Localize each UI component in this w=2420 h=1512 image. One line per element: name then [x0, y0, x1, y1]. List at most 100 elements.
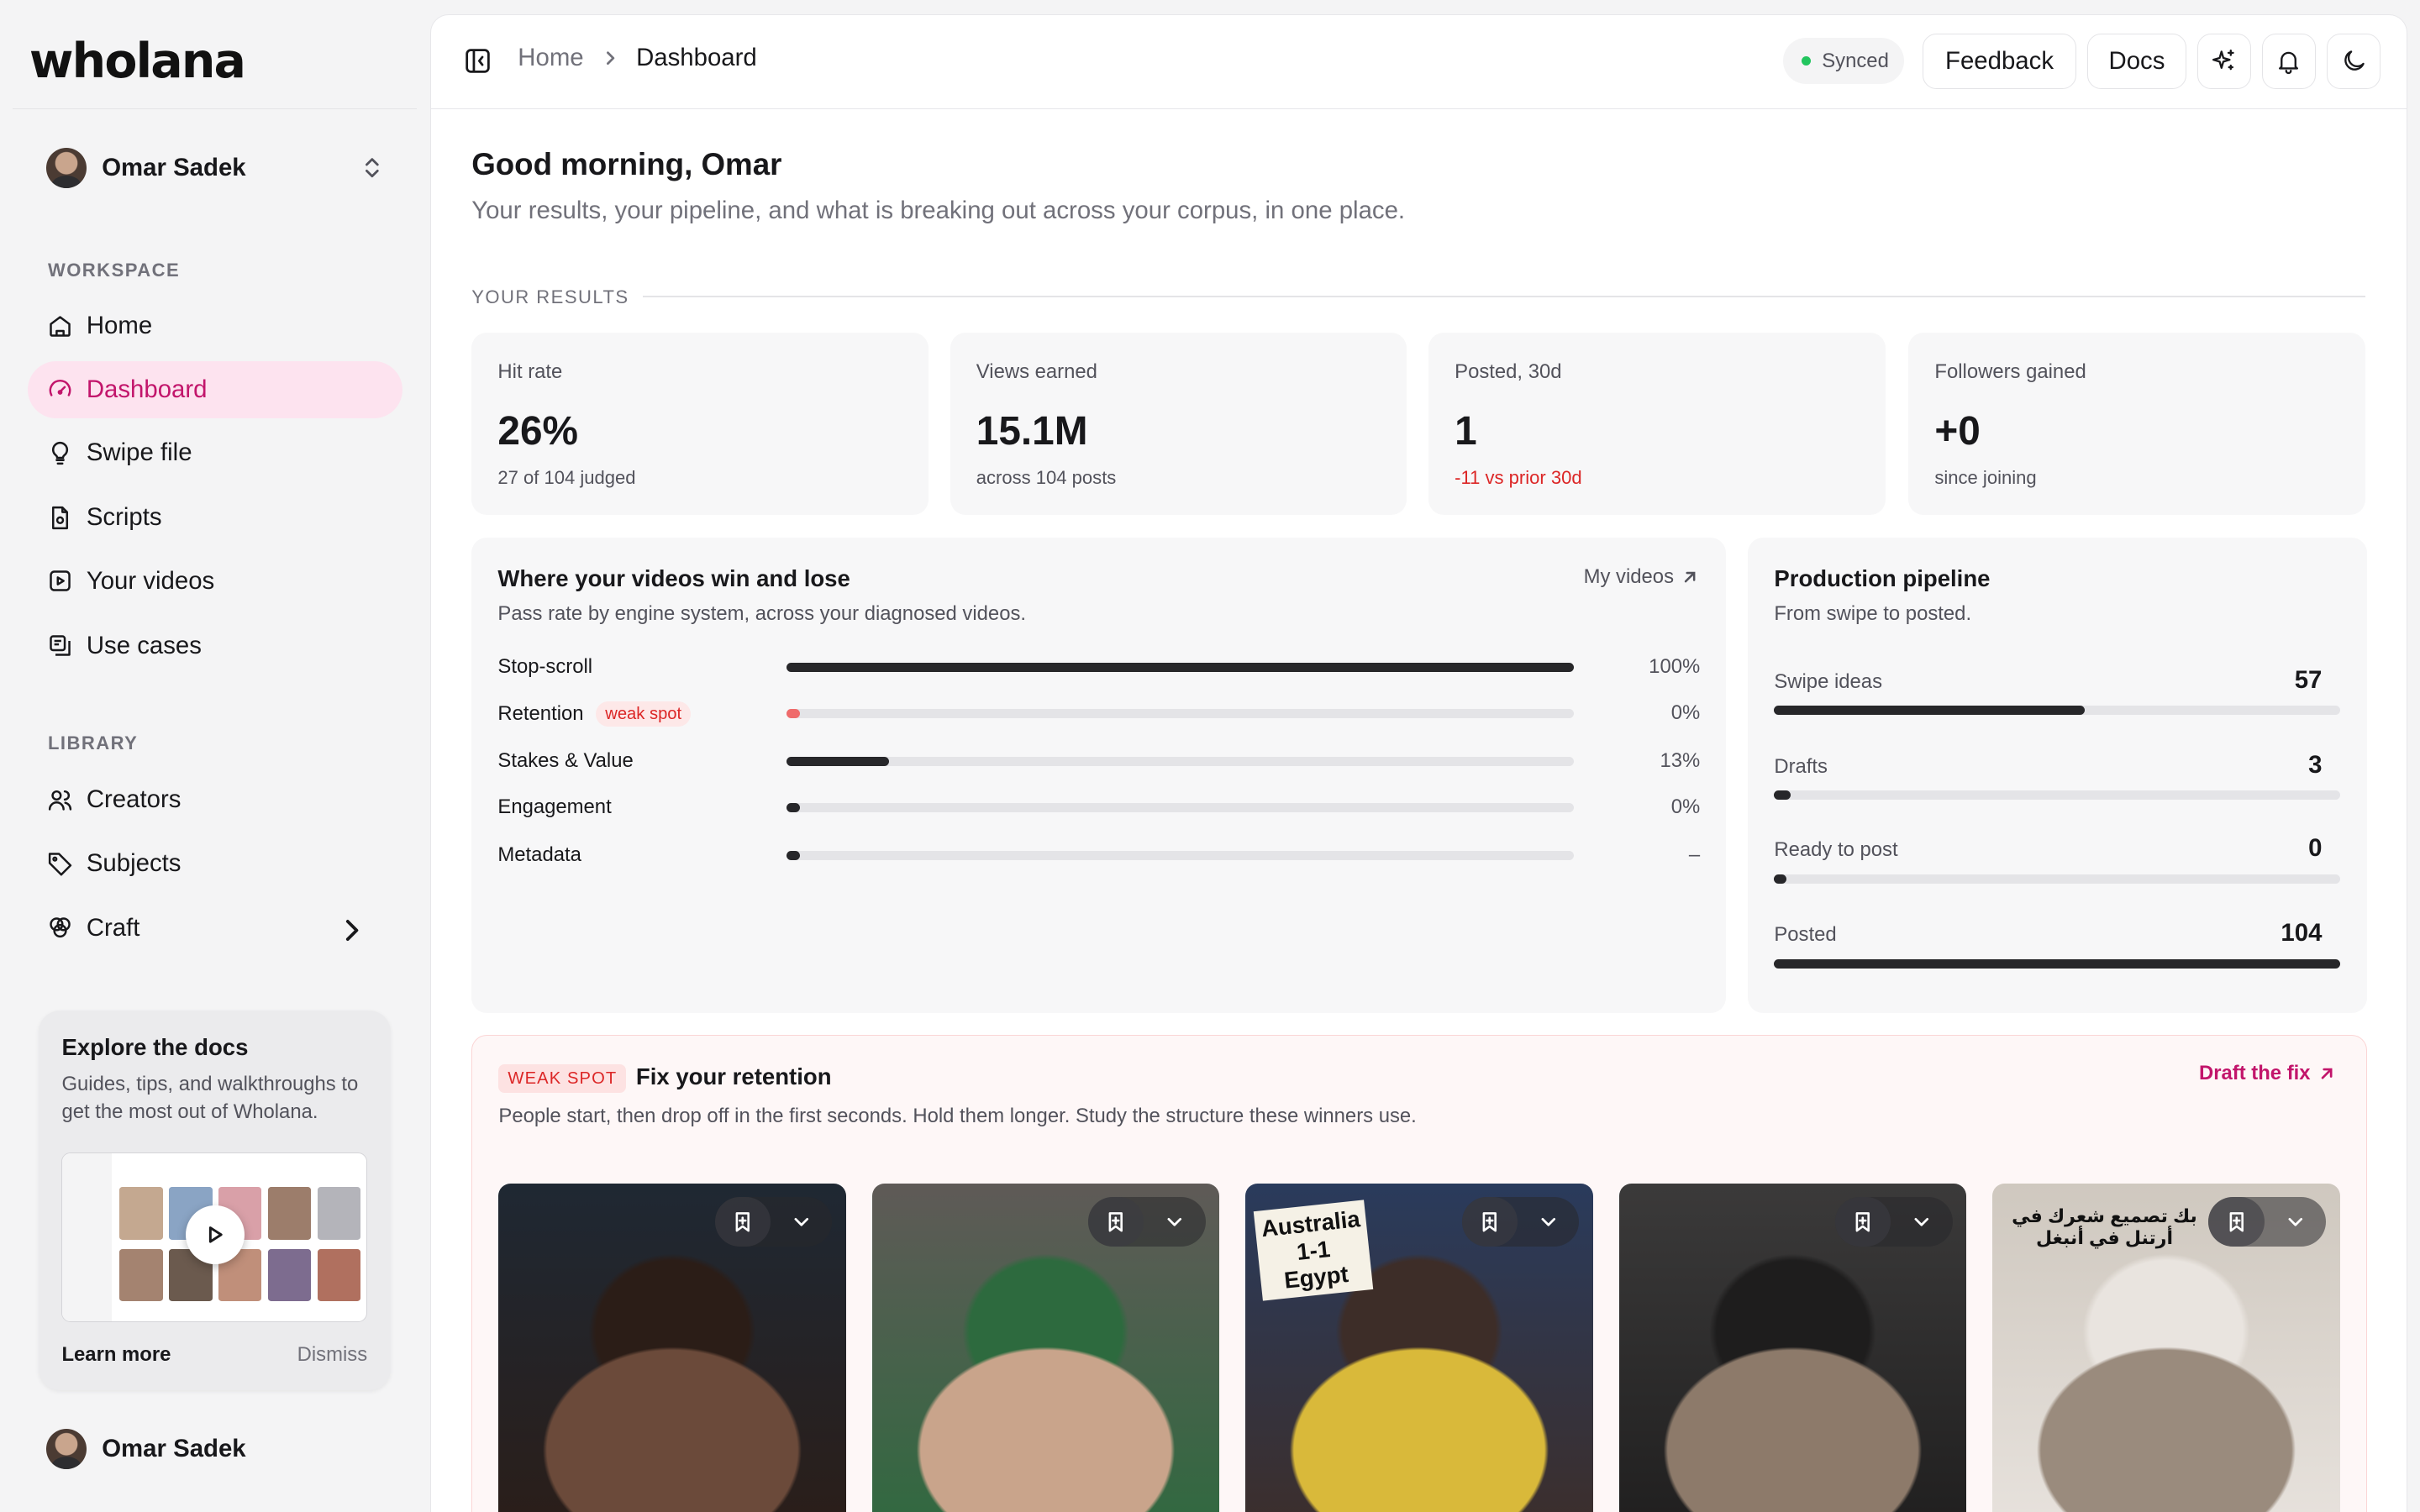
- video-card[interactable]: وصلت الباروكة تاااني في: [871, 1183, 1220, 1512]
- video-actions: [1461, 1197, 1580, 1247]
- account-name: Omar Sadek: [102, 1434, 246, 1462]
- pipeline-stage: Swipe ideas 57: [1774, 666, 2341, 732]
- stat-label: Hit rate: [497, 360, 563, 383]
- stage-fill: [1774, 706, 2085, 716]
- dismiss-button[interactable]: Dismiss: [297, 1343, 368, 1367]
- sidebar-item-creators[interactable]: Creators: [28, 771, 402, 828]
- pipeline-subtitle: From swipe to posted.: [1774, 602, 1972, 626]
- feedback-button[interactable]: Feedback: [1922, 33, 2077, 89]
- arrow-up-right-icon: [2321, 1068, 2333, 1079]
- video-options-button[interactable]: [1518, 1197, 1579, 1247]
- docs-button[interactable]: Docs: [2087, 33, 2186, 89]
- system-name-label: Metadata: [497, 843, 581, 866]
- weak-spot-badge: weak spot: [596, 701, 692, 727]
- win-lose-title: Where your videos win and lose: [497, 565, 850, 592]
- bookmark-plus-icon: [1855, 1212, 1870, 1232]
- save-to-swipe-button[interactable]: [1461, 1197, 1518, 1247]
- sidebar-item-scripts[interactable]: Scripts: [28, 489, 402, 546]
- sync-status-text: Synced: [1822, 49, 1889, 72]
- sidebar-item-label: Subjects: [86, 848, 182, 877]
- pass-rate-value: 0%: [1670, 795, 1701, 818]
- breadcrumb-home[interactable]: Home: [518, 44, 583, 72]
- video-options-button[interactable]: [1144, 1197, 1205, 1247]
- sidebar-item-home[interactable]: Home: [28, 297, 402, 354]
- chevron-right-icon: [346, 919, 359, 942]
- account-switcher[interactable]: Omar Sadek: [31, 142, 402, 194]
- stat-subtext: since joining: [1934, 466, 2037, 488]
- video-options-button[interactable]: [1891, 1197, 1952, 1247]
- sidebar-item-use-cases[interactable]: Use cases: [28, 617, 402, 675]
- video-options-button[interactable]: [2265, 1197, 2326, 1247]
- stage-track: [1774, 790, 2341, 801]
- save-to-swipe-button[interactable]: [1088, 1197, 1144, 1247]
- notifications-button[interactable]: [2261, 33, 2317, 89]
- stage-fill: [1774, 874, 1787, 884]
- thumbnail-tile: [317, 1248, 360, 1302]
- my-videos-link-label: My videos: [1583, 565, 1674, 589]
- sidebar-item-craft[interactable]: Craft: [28, 900, 402, 957]
- chevron-down-icon: [2288, 1217, 2302, 1226]
- sidebar-item-swipe-file[interactable]: Swipe file: [28, 424, 402, 481]
- stat-subtext: -11 vs prior 30d: [1455, 466, 1582, 488]
- library-section-label: LIBRARY: [47, 732, 139, 754]
- sidebar-toggle-icon[interactable]: [464, 47, 492, 75]
- docs-video-thumbnail[interactable]: [61, 1152, 368, 1323]
- theme-toggle-button[interactable]: [2326, 33, 2381, 89]
- workspace-section-label: WORKSPACE: [47, 259, 181, 281]
- chevron-right-icon: [606, 51, 614, 66]
- pass-rate-value: 13%: [1660, 748, 1701, 772]
- sidebar-item-dashboard[interactable]: Dashboard: [28, 360, 403, 418]
- home-icon: [50, 316, 71, 337]
- ai-assistant-button[interactable]: [2196, 33, 2251, 89]
- sidebar-item-label: Craft: [86, 913, 140, 942]
- sidebar-item-your-videos[interactable]: Your videos: [28, 553, 402, 610]
- video-card[interactable]: Australia 1-1 Egypt: [1245, 1183, 1593, 1512]
- sidebar-item-subjects[interactable]: Subjects: [28, 835, 402, 892]
- my-videos-link[interactable]: My videos: [1584, 565, 1699, 589]
- stat-label: Posted, 30d: [1455, 360, 1562, 383]
- system-row: Stop-scroll 100%: [497, 652, 1700, 683]
- video-options-button[interactable]: [771, 1197, 832, 1247]
- pipeline-stage: Posted 104: [1774, 919, 2341, 984]
- stage-track: [1774, 706, 2341, 716]
- pass-rate-value: 0%: [1670, 701, 1701, 724]
- sync-status-badge: Synced: [1783, 38, 1905, 85]
- video-card[interactable]: [498, 1183, 846, 1512]
- bookmark-plus-icon: [2229, 1212, 2244, 1232]
- video-icon: [50, 570, 71, 591]
- account-menu[interactable]: Omar Sadek: [46, 1428, 246, 1469]
- stage-count: 57: [2294, 665, 2323, 694]
- stat-label: Followers gained: [1934, 360, 2086, 383]
- system-name: Stakes & Value: [497, 749, 633, 773]
- draft-the-fix-link[interactable]: Draft the fix: [2199, 1062, 2335, 1085]
- win-lose-panel: Where your videos win and lose Pass rate…: [471, 538, 1727, 1013]
- system-name-label: Stop-scroll: [497, 654, 593, 678]
- stage-name: Swipe ideas: [1774, 670, 1883, 694]
- save-to-swipe-button[interactable]: [2208, 1197, 2265, 1247]
- sidebar-item-label: Use cases: [86, 631, 202, 659]
- breadcrumb: Home Dashboard: [518, 44, 757, 72]
- video-card[interactable]: بك تصميع شعرك في أرتنل في أنبغل: [1992, 1183, 2340, 1512]
- pass-rate-fill: [786, 709, 801, 719]
- tag-icon: [48, 853, 72, 876]
- file-script-icon: [52, 506, 69, 529]
- sidebar-item-label: Scripts: [86, 503, 162, 532]
- brand-logo[interactable]: wholana: [29, 34, 246, 89]
- pass-rate-fill: [786, 756, 889, 766]
- stage-track: [1774, 958, 2341, 969]
- save-to-swipe-button[interactable]: [714, 1197, 771, 1247]
- stage-count: 104: [2281, 918, 2323, 947]
- thumbnail-tile: [317, 1187, 360, 1240]
- stat-label: Views earned: [976, 360, 1097, 383]
- learn-more-link[interactable]: Learn more: [61, 1343, 171, 1367]
- gauge-icon: [49, 380, 71, 396]
- win-lose-subtitle: Pass rate by engine system, across your …: [497, 602, 1027, 626]
- save-to-swipe-button[interactable]: [1835, 1197, 1891, 1247]
- use-cases-icon: [50, 635, 71, 656]
- lightbulb-icon: [52, 441, 69, 465]
- video-card[interactable]: [1618, 1183, 1967, 1512]
- pass-rate-fill: [786, 850, 801, 860]
- play-button[interactable]: [186, 1205, 245, 1265]
- docs-card-title: Explore the docs: [61, 1033, 249, 1060]
- video-actions: [1835, 1197, 1953, 1247]
